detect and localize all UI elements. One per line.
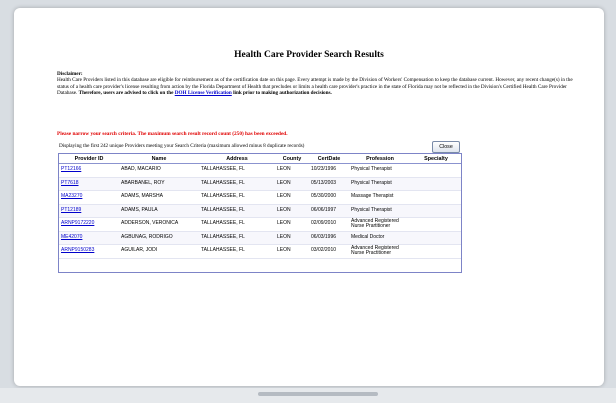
provider-specialty (411, 163, 461, 178)
provider-id-link[interactable]: ARNP9150283 (59, 244, 119, 259)
provider-certdate: 10/23/1996 (309, 163, 349, 178)
provider-profession: Medical Doctor (349, 231, 411, 245)
provider-id-link[interactable]: PT12166 (59, 163, 119, 178)
provider-certdate: 02/09/2010 (309, 217, 349, 232)
table-header-row: Provider ID Name Address County CertDate… (59, 154, 461, 164)
table-row: PT12189 ADAMS, PAULA TALLAHASSEE, FL LEO… (59, 204, 461, 218)
doh-license-verification-link[interactable]: DOH License Verification (175, 90, 232, 96)
provider-profession: Physical Therapist (349, 163, 411, 178)
column-header-name[interactable]: Name (119, 154, 199, 164)
provider-county: LEON (275, 177, 309, 191)
provider-county: LEON (275, 217, 309, 232)
provider-profession: Physical Therapist (349, 177, 411, 191)
provider-address: TALLAHASSEE, FL (199, 244, 275, 259)
page-title: Health Care Provider Search Results (234, 50, 384, 60)
provider-address: TALLAHASSEE, FL (199, 163, 275, 178)
provider-county: LEON (275, 244, 309, 259)
provider-address: TALLAHASSEE, FL (199, 190, 275, 205)
provider-profession: Massage Therapist (349, 190, 411, 205)
provider-name: ABAD, MACARIO (119, 163, 199, 178)
disclaimer: Disclaimer: Health Care Providers listed… (57, 71, 577, 97)
provider-specialty (411, 244, 461, 259)
provider-certdate: 05/30/2000 (309, 190, 349, 205)
provider-name: ADAMS, MARSHA (119, 190, 199, 205)
provider-certdate: 03/02/2010 (309, 244, 349, 259)
provider-address: TALLAHASSEE, FL (199, 231, 275, 245)
provider-name: ADDERSON, VERONICA (119, 217, 199, 232)
provider-id-link[interactable]: ARNP9172220 (59, 217, 119, 232)
provider-specialty (411, 231, 461, 245)
provider-id-link[interactable]: PT7618 (59, 177, 119, 191)
provider-specialty (411, 217, 461, 232)
provider-specialty (411, 177, 461, 191)
table-row: MA23270 ADAMS, MARSHA TALLAHASSEE, FL LE… (59, 190, 461, 205)
column-header-county[interactable]: County (275, 154, 309, 164)
column-header-provider-id[interactable]: Provider ID (59, 154, 119, 164)
provider-id-link[interactable]: PT12189 (59, 204, 119, 218)
provider-certdate: 05/13/2003 (309, 177, 349, 191)
provider-address: TALLAHASSEE, FL (199, 217, 275, 232)
provider-address: TALLAHASSEE, FL (199, 177, 275, 191)
results-table-container: Provider ID Name Address County CertDate… (58, 153, 462, 273)
column-header-profession[interactable]: Profession (349, 154, 411, 164)
provider-profession: Physical Therapist (349, 204, 411, 218)
provider-id-link[interactable]: MA23270 (59, 190, 119, 205)
provider-name: ADAMS, PAULA (119, 204, 199, 218)
provider-id-link[interactable]: ME42070 (59, 231, 119, 245)
table-row: PT7618 ABARBANEL, ROY TALLAHASSEE, FL LE… (59, 177, 461, 191)
search-limit-warning: Please narrow your search criteria. The … (57, 131, 288, 137)
disclaimer-tail: link prior to making authorization decis… (233, 90, 332, 97)
provider-address: TALLAHASSEE, FL (199, 204, 275, 218)
provider-county: LEON (275, 204, 309, 218)
provider-county: LEON (275, 163, 309, 178)
column-header-specialty[interactable]: Specialty (411, 154, 461, 164)
provider-certdate: 06/03/1996 (309, 231, 349, 245)
table-row: PT12166 ABAD, MACARIO TALLAHASSEE, FL LE… (59, 163, 461, 178)
provider-county: LEON (275, 231, 309, 245)
provider-name: ABARBANEL, ROY (119, 177, 199, 191)
provider-profession: Advanced Registered Nurse Practitioner (349, 244, 411, 259)
close-button[interactable]: Close (432, 141, 460, 153)
provider-county: LEON (275, 190, 309, 205)
provider-specialty (411, 190, 461, 205)
table-row: ARNP9172220 ADDERSON, VERONICA TALLAHASS… (59, 217, 461, 232)
column-header-address[interactable]: Address (199, 154, 275, 164)
column-header-certdate[interactable]: CertDate (309, 154, 349, 164)
provider-profession: Advanced Registered Nurse Prartitioner (349, 217, 411, 232)
provider-name: AGUILAR, JODI (119, 244, 199, 259)
results-table: Provider ID Name Address County CertDate… (59, 154, 461, 259)
disclaimer-strong: Therefore, users are advised to click on… (78, 90, 174, 97)
horizontal-scrollbar-thumb[interactable] (258, 392, 378, 396)
results-count-text: Displaying the first 242 unique Provider… (59, 143, 305, 149)
table-row: ARNP9150283 AGUILAR, JODI TALLAHASSEE, F… (59, 244, 461, 259)
provider-name: AGBUNAG, RODRIGO (119, 231, 199, 245)
provider-certdate: 06/06/1997 (309, 204, 349, 218)
table-row: ME42070 AGBUNAG, RODRIGO TALLAHASSEE, FL… (59, 231, 461, 245)
provider-specialty (411, 204, 461, 218)
